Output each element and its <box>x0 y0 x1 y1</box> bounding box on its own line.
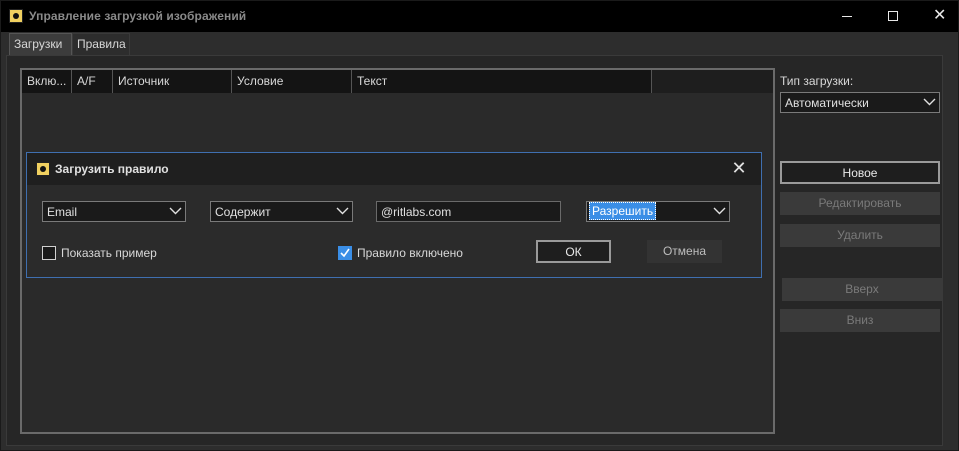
chevron-down-icon <box>709 202 729 221</box>
move-down-button[interactable]: Вниз <box>780 309 940 332</box>
dialog-title: Загрузить правило <box>55 162 169 176</box>
chevron-down-icon <box>332 202 352 221</box>
rule-enabled-checkbox[interactable] <box>338 246 352 260</box>
dialog-close-button[interactable]: ✕ <box>717 153 761 185</box>
close-button[interactable]: ✕ <box>916 1 959 32</box>
column-header-af[interactable]: A/F <box>72 70 113 93</box>
dialog-titlebar: Загрузить правило ✕ <box>27 153 761 185</box>
dialog-app-icon <box>36 162 50 176</box>
action-select[interactable]: Разрешить <box>586 201 730 222</box>
minimize-button[interactable] <box>824 1 870 32</box>
column-header-source[interactable]: Источник <box>113 70 232 93</box>
condition-select[interactable]: Содержит <box>210 201 353 222</box>
source-select[interactable]: Email <box>42 201 186 222</box>
show-example-checkbox[interactable] <box>42 246 56 260</box>
column-header-text[interactable]: Текст <box>352 70 652 93</box>
close-icon: ✕ <box>933 7 947 24</box>
main-window: Управление загрузкой изображений ✕ Загру… <box>0 0 959 451</box>
chevron-down-icon <box>919 93 939 112</box>
condition-value: Содержит <box>215 205 271 219</box>
list-header: Вклю... A/F Источник Условие Текст <box>22 70 773 93</box>
column-header-enabled[interactable]: Вклю... <box>22 70 72 93</box>
tab-downloads[interactable]: Загрузки <box>9 33 72 55</box>
app-icon <box>9 9 23 23</box>
column-header-condition[interactable]: Условие <box>232 70 352 93</box>
rule-enabled-label: Правило включено <box>357 246 463 260</box>
ok-button[interactable]: ОК <box>536 240 611 263</box>
delete-rule-button[interactable]: Удалить <box>780 224 940 247</box>
download-type-label: Тип загрузки: <box>780 74 854 88</box>
tab-rules[interactable]: Правила <box>72 33 130 55</box>
cancel-button[interactable]: Отмена <box>647 240 722 263</box>
chevron-down-icon <box>165 202 185 221</box>
action-value: Разрешить <box>589 202 657 220</box>
download-type-value: Автоматически <box>785 96 869 110</box>
source-value: Email <box>47 205 78 219</box>
load-rule-dialog: Загрузить правило ✕ Email Содержит @ritl… <box>26 152 762 278</box>
show-example-label: Показать пример <box>61 246 157 260</box>
rule-text-value: @ritlabs.com <box>381 205 452 219</box>
move-up-button[interactable]: Вверх <box>782 278 942 301</box>
maximize-button[interactable] <box>870 1 916 32</box>
titlebar: Управление загрузкой изображений ✕ <box>1 1 958 32</box>
window-title: Управление загрузкой изображений <box>29 9 247 23</box>
new-rule-button[interactable]: Новое <box>780 161 940 184</box>
maximize-icon <box>888 11 898 21</box>
minimize-icon <box>842 16 852 17</box>
rule-text-input[interactable]: @ritlabs.com <box>376 201 561 222</box>
download-type-select[interactable]: Автоматически <box>780 92 940 113</box>
edit-rule-button[interactable]: Редактировать <box>780 192 940 215</box>
close-icon: ✕ <box>731 158 747 178</box>
checkmark-icon <box>340 248 350 258</box>
